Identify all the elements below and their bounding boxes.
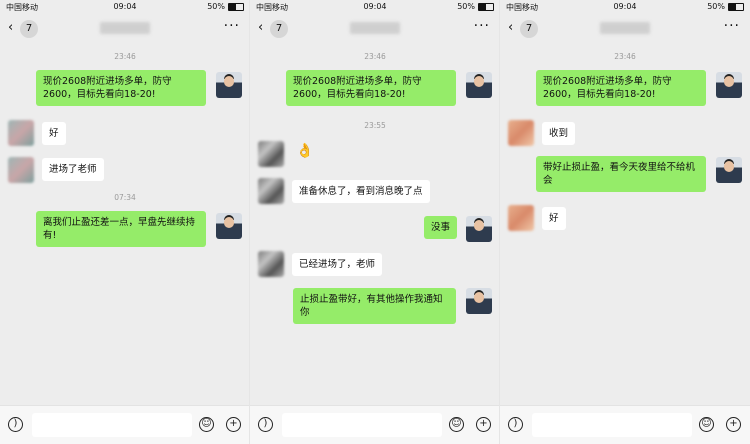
self-avatar[interactable] [466,216,492,242]
panel-divider [499,0,500,444]
self-avatar[interactable] [716,72,742,98]
message-outgoing[interactable]: 现价2608附近进场多单，防守2600，目标先看向18-20! [536,70,706,106]
message-outgoing[interactable]: 离我们止盈还差一点，早盘先继续持有! [36,211,206,247]
contact-avatar[interactable] [508,205,534,231]
battery-icon [478,2,494,11]
emoji-icon[interactable]: ☺ [199,417,214,432]
status-bar: 中国移动 09:04 50% [500,0,750,14]
voice-icon[interactable]: ) [258,417,273,432]
emoji-icon[interactable]: ☺ [449,417,464,432]
voice-icon[interactable]: ) [8,417,23,432]
message-incoming[interactable]: 好 [42,122,66,145]
chat-screenshots: 中国移动 09:04 50% ‹ 7 ··· 23:46 现价2608附近进场多… [0,0,750,444]
plus-icon[interactable]: + [726,417,741,432]
message-incoming[interactable]: 已经进场了，老师 [292,253,383,276]
chat-title-blurred [600,22,650,34]
chat-header: ‹ 7 ··· [500,16,750,42]
panel-divider [249,0,250,444]
status-bar: 中国移动 09:04 50% [250,0,500,14]
contact-avatar[interactable] [258,141,284,167]
battery-percent: 50% [457,2,475,11]
contact-avatar[interactable] [258,178,284,204]
status-bar: 中国移动 09:04 50% [0,0,250,14]
chat-panel-3: 中国移动 09:04 50% ‹ 7 ··· 23:46 现价2608附近进场多… [500,0,750,444]
self-avatar[interactable] [216,72,242,98]
battery-icon [728,2,744,11]
input-bar: ) ☺ + [250,405,500,444]
timestamp: 07:34 [114,193,136,202]
message-outgoing[interactable]: 没事 [424,216,458,239]
back-chevron-icon[interactable]: ‹ [258,20,263,35]
contact-avatar[interactable] [508,120,534,146]
self-avatar[interactable] [216,213,242,239]
message-input[interactable] [32,413,192,437]
unread-badge[interactable]: 7 [270,20,288,38]
chat-header: ‹ 7 ··· [250,16,500,42]
self-avatar[interactable] [466,72,492,98]
message-outgoing[interactable]: 止损止盈带好，有其他操作我通知你 [293,288,456,324]
timestamp: 23:46 [364,52,386,61]
chat-panel-2: 中国移动 09:04 50% ‹ 7 ··· 23:46 现价2608附近进场多… [250,0,500,444]
battery-indicator: 50% [457,2,494,11]
self-avatar[interactable] [716,157,742,183]
contact-avatar[interactable] [8,120,34,146]
chat-title-blurred [350,22,400,34]
chat-header: ‹ 7 ··· [0,16,250,42]
battery-indicator: 50% [207,2,244,11]
timestamp: 23:46 [114,52,136,61]
input-bar: ) ☺ + [500,405,750,444]
battery-percent: 50% [207,2,225,11]
back-chevron-icon[interactable]: ‹ [8,20,13,35]
battery-icon [228,2,244,11]
battery-percent: 50% [707,2,725,11]
contact-avatar[interactable] [258,251,284,277]
message-input[interactable] [282,413,442,437]
chat-panel-1: 中国移动 09:04 50% ‹ 7 ··· 23:46 现价2608附近进场多… [0,0,250,444]
contact-avatar[interactable] [8,157,34,183]
chat-title-blurred [100,22,150,34]
battery-indicator: 50% [707,2,744,11]
unread-badge[interactable]: 7 [520,20,538,38]
more-options-button[interactable]: ··· [724,18,740,34]
timestamp: 23:46 [614,52,636,61]
input-bar: ) ☺ + [0,405,250,444]
emoji-icon[interactable]: ☺ [699,417,714,432]
more-options-button[interactable]: ··· [474,18,490,34]
plus-icon[interactable]: + [226,417,241,432]
message-incoming[interactable]: 收到 [542,122,576,145]
message-incoming[interactable]: 准备休息了，看到消息晚了点 [292,180,430,203]
message-input[interactable] [532,413,692,437]
more-options-button[interactable]: ··· [224,18,240,34]
back-chevron-icon[interactable]: ‹ [508,20,513,35]
message-outgoing[interactable]: 现价2608附近进场多单，防守2600，目标先看向18-20! [286,70,456,106]
message-incoming[interactable]: 好 [542,207,566,230]
voice-icon[interactable]: ) [508,417,523,432]
unread-badge[interactable]: 7 [20,20,38,38]
ok-hand-sticker[interactable]: 👌 [292,143,317,160]
message-outgoing[interactable]: 现价2608附近进场多单，防守2600，目标先看向18-20! [36,70,206,106]
message-incoming[interactable]: 进场了老师 [42,158,104,181]
message-outgoing[interactable]: 带好止损止盈，看今天夜里给不给机会 [536,156,706,192]
self-avatar[interactable] [466,288,492,314]
timestamp: 23:55 [364,121,386,130]
plus-icon[interactable]: + [476,417,491,432]
